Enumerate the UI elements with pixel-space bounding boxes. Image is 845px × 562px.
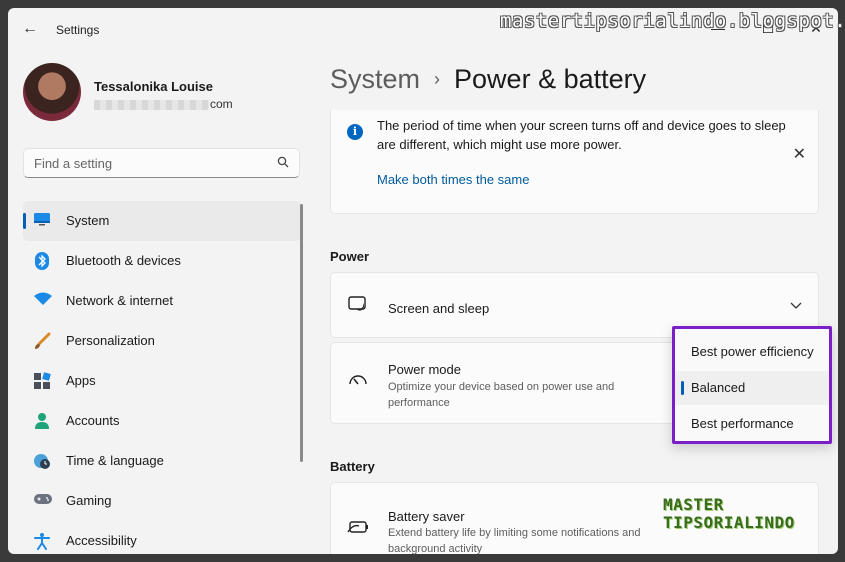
person-icon [33,412,51,430]
speedometer-icon [347,371,369,393]
wifi-icon [33,292,52,310]
sidebar-item-time-language[interactable]: Time & language [23,441,301,481]
sidebar-item-personalization[interactable]: Personalization [23,321,301,361]
sidebar-item-label: Personalization [66,333,155,348]
battery-saver-icon [347,519,369,541]
sidebar-item-label: Apps [66,373,96,388]
apps-icon [33,372,51,390]
info-icon: i [347,124,363,140]
breadcrumb-parent[interactable]: System [330,64,420,94]
monitor-icon [33,212,51,230]
power-mode-description: Optimize your device based on power use … [388,381,615,409]
sidebar-item-gaming[interactable]: Gaming [23,481,301,521]
search-icon[interactable] [277,156,289,171]
battery-saver-title: Battery saver [388,509,465,524]
option-label: Best power efficiency [691,344,814,359]
battery-saver-description: Extend battery life by limiting some not… [388,527,641,554]
breadcrumb: System › Power & battery [330,64,646,95]
watermark-logo: MASTER TIPSORIALINDO [663,496,795,532]
page-title: Power & battery [454,64,647,94]
sidebar-item-label: Accounts [66,413,120,428]
sidebar-item-system[interactable]: System [23,201,301,241]
back-button[interactable]: ← [20,20,40,38]
close-icon[interactable]: ✕ [793,144,806,164]
search-placeholder: Find a setting [34,156,113,171]
power-mode-option-selected[interactable]: Balanced [675,371,829,405]
sidebar-item-label: Accessibility [66,533,137,548]
sidebar-item-label: Bluetooth & devices [66,253,181,268]
sidebar-scrollbar[interactable] [300,204,303,462]
power-mode-option[interactable]: Best performance [675,407,829,441]
profile-name: Tessalonika Louise [94,79,213,94]
sidebar-item-network[interactable]: Network & internet [23,281,301,321]
chevron-down-icon[interactable] [790,299,802,313]
globe-clock-icon [33,452,51,470]
section-title-battery: Battery [330,459,375,474]
watermark-text: mastertipsorialindo.blogspot.com [500,10,845,32]
sidebar-item-label: Time & language [66,453,164,468]
chevron-right-icon: › [434,69,441,89]
brush-icon [33,332,51,350]
sidebar-item-label: System [66,213,110,228]
email-redacted [94,100,209,110]
power-mode-title: Power mode [388,362,461,377]
sidebar-item-bluetooth[interactable]: Bluetooth & devices [23,241,301,281]
search-input[interactable]: Find a setting [23,148,300,178]
active-indicator [23,213,26,229]
section-title-power: Power [330,249,370,264]
accessibility-icon [33,532,51,550]
option-label: Balanced [691,380,746,395]
sidebar-item-accessibility[interactable]: Accessibility [23,521,301,554]
logo-line-1: MASTER [663,495,724,514]
make-times-same-link[interactable]: Make both times the same [377,172,529,187]
info-banner: i The period of time when your screen tu… [330,110,819,214]
avatar[interactable] [23,63,81,121]
selected-indicator [681,381,684,395]
option-label: Best performance [691,416,794,431]
screen-sleep-icon [347,295,369,317]
profile-email-suffix: com [210,97,233,111]
gamepad-icon [33,492,52,510]
sidebar-item-label: Gaming [66,493,112,508]
sidebar-item-apps[interactable]: Apps [23,361,301,401]
settings-window: ← Settings — ☐ ✕ Tessalonika Louise com … [8,8,838,554]
sidebar-item-accounts[interactable]: Accounts [23,401,301,441]
info-text: The period of time when your screen turn… [377,118,786,152]
logo-line-2: TIPSORIALINDO [663,513,795,532]
bluetooth-icon [33,252,51,270]
power-mode-option[interactable]: Best power efficiency [675,335,829,369]
app-title: Settings [56,23,100,37]
power-mode-dropdown[interactable]: Best power efficiency Balanced Best perf… [672,326,832,444]
sidebar-item-label: Network & internet [66,293,173,308]
screen-sleep-title: Screen and sleep [388,301,490,316]
sidebar-nav: System Bluetooth & devices Network & int… [23,201,301,554]
